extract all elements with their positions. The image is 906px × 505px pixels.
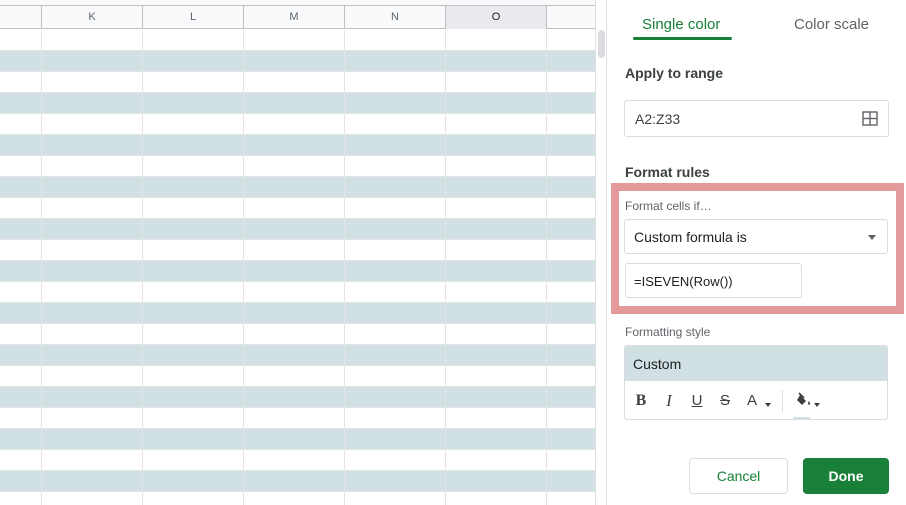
chevron-down-icon: [868, 235, 876, 240]
table-row[interactable]: [0, 72, 595, 93]
table-row[interactable]: [0, 240, 595, 261]
formula-value: =ISEVEN(Row()): [634, 274, 733, 289]
column-header-o[interactable]: O: [445, 6, 546, 29]
table-row[interactable]: [0, 282, 595, 303]
strikethrough-button[interactable]: S: [716, 391, 734, 411]
table-row[interactable]: [0, 51, 595, 72]
toolbar-divider: [782, 390, 783, 412]
column-gridline: [445, 30, 446, 505]
formatting-style-label: Formatting style: [625, 325, 711, 339]
table-row[interactable]: [0, 408, 595, 429]
column-header-partial[interactable]: [546, 6, 595, 29]
table-row[interactable]: [0, 177, 595, 198]
chevron-down-icon: [765, 403, 771, 407]
table-row[interactable]: [0, 114, 595, 135]
paint-bucket-icon: [797, 392, 810, 405]
style-toolbar: B I U S A: [625, 382, 887, 419]
column-header-k[interactable]: K: [41, 6, 142, 29]
column-gridline: [41, 30, 42, 505]
conditional-format-panel: Single color Color scale Apply to range …: [606, 0, 906, 505]
table-row[interactable]: [0, 429, 595, 450]
bold-button[interactable]: B: [632, 391, 650, 411]
column-gridline: [142, 30, 143, 505]
spreadsheet-grid[interactable]: K L M N O: [0, 0, 606, 505]
column-header-n[interactable]: N: [344, 6, 445, 29]
fill-color-button[interactable]: [792, 391, 820, 419]
range-input[interactable]: A2:Z33: [624, 100, 889, 137]
column-gridline: [243, 30, 244, 505]
scrollbar-thumb[interactable]: [598, 30, 605, 58]
table-row[interactable]: [0, 135, 595, 156]
column-gridline: [546, 30, 547, 505]
table-row[interactable]: [0, 471, 595, 492]
vertical-scrollbar[interactable]: [595, 0, 606, 505]
condition-selected-value: Custom formula is: [634, 229, 747, 245]
chevron-down-icon: [814, 403, 820, 407]
text-color-icon: A: [746, 392, 757, 409]
fill-color-swatch: [793, 417, 810, 419]
cancel-button[interactable]: Cancel: [689, 458, 788, 494]
text-color-button[interactable]: A: [743, 391, 771, 411]
column-header-m[interactable]: M: [243, 6, 344, 29]
table-row[interactable]: [0, 450, 595, 471]
italic-button[interactable]: I: [660, 391, 678, 411]
table-row[interactable]: [0, 219, 595, 240]
formatting-style-box: Custom B I U S A: [624, 345, 888, 420]
select-range-grid-icon[interactable]: [862, 111, 878, 126]
column-header-l[interactable]: L: [142, 6, 243, 29]
tab-color-scale[interactable]: Color scale: [794, 16, 869, 38]
style-preview-label: Custom: [633, 356, 682, 372]
table-row[interactable]: [0, 324, 595, 345]
table-row[interactable]: [0, 30, 595, 51]
table-row[interactable]: [0, 366, 595, 387]
table-row[interactable]: [0, 492, 595, 505]
table-row[interactable]: [0, 387, 595, 408]
table-row[interactable]: [0, 345, 595, 366]
format-cells-if-label: Format cells if…: [625, 199, 712, 213]
column-gridline: [344, 30, 345, 505]
format-rules-label: Format rules: [625, 164, 710, 180]
done-button[interactable]: Done: [803, 458, 889, 494]
custom-formula-input[interactable]: =ISEVEN(Row()): [625, 263, 802, 298]
apply-to-range-label: Apply to range: [625, 65, 724, 81]
table-row[interactable]: [0, 303, 595, 324]
range-value: A2:Z33: [635, 111, 681, 127]
active-tab-indicator: [633, 37, 732, 40]
column-header-row: K L M N O: [0, 0, 595, 29]
style-preview[interactable]: Custom: [625, 346, 887, 381]
table-row[interactable]: [0, 261, 595, 282]
tab-single-color[interactable]: Single color: [642, 16, 720, 38]
table-row[interactable]: [0, 156, 595, 177]
table-row[interactable]: [0, 93, 595, 114]
table-row[interactable]: [0, 198, 595, 219]
condition-dropdown[interactable]: Custom formula is: [624, 219, 888, 254]
underline-button[interactable]: U: [688, 391, 706, 411]
